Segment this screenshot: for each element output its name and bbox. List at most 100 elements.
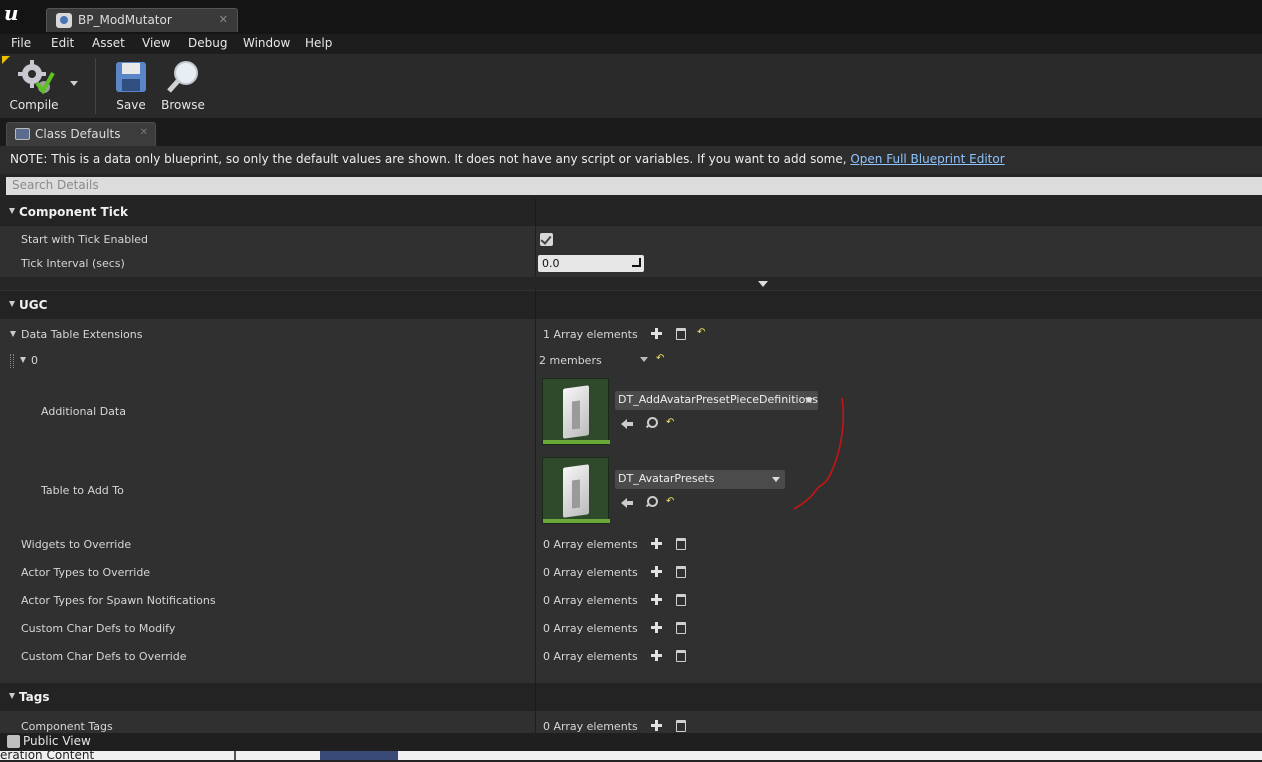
custom-char-defs-override-label: Custom Char Defs to Override — [21, 650, 187, 663]
tab-class-defaults[interactable]: Class Defaults ✕ — [6, 122, 156, 146]
class-defaults-tab-label: Class Defaults — [35, 127, 121, 141]
start-with-tick-label: Start with Tick Enabled — [21, 233, 149, 246]
property-row: Data Table Extensions 1 Array elements ↶ — [0, 322, 1262, 346]
actor-types-to-override-value: 0 Array elements — [543, 566, 638, 579]
compile-button[interactable]: Compile — [6, 54, 62, 118]
delete-all-icon[interactable] — [676, 720, 686, 732]
magnifier-icon — [167, 61, 198, 93]
reset-to-default-icon[interactable]: ↶ — [666, 418, 675, 428]
tick-interval-label: Tick Interval (secs) — [21, 257, 125, 270]
browse-asset-icon[interactable] — [645, 417, 658, 429]
category-label: Component Tick — [19, 205, 128, 219]
menu-debug[interactable]: Debug — [188, 36, 227, 50]
menu-view[interactable]: View — [142, 36, 170, 50]
delete-all-icon[interactable] — [676, 328, 686, 340]
browse-label: Browse — [161, 98, 205, 112]
widgets-to-override-value: 0 Array elements — [543, 538, 638, 551]
delete-all-icon[interactable] — [676, 594, 686, 606]
collapse-triangle-icon — [9, 208, 15, 214]
actor-types-spawn-label: Actor Types for Spawn Notifications — [21, 594, 216, 607]
menu-asset[interactable]: Asset — [92, 36, 125, 50]
expand-triangle-icon[interactable] — [10, 331, 16, 337]
resize-grip-icon — [632, 258, 641, 267]
category-divider — [535, 198, 536, 226]
search-input[interactable]: Search Details — [6, 177, 1262, 195]
custom-char-defs-modify-value: 0 Array elements — [543, 622, 638, 635]
data-table-extensions-value: 1 Array elements — [543, 328, 638, 341]
save-label: Save — [116, 98, 146, 112]
category-divider — [535, 683, 536, 711]
delete-all-icon[interactable] — [676, 566, 686, 578]
save-icon — [116, 62, 146, 92]
custom-char-defs-override-value: 0 Array elements — [543, 650, 638, 663]
advanced-expander[interactable] — [0, 277, 1262, 290]
element-index: 0 — [31, 354, 38, 367]
actor-types-to-override-label: Actor Types to Override — [21, 566, 151, 579]
delete-all-icon[interactable] — [676, 622, 686, 634]
blueprint-icon — [56, 13, 72, 28]
reset-to-default-icon[interactable]: ↶ — [666, 497, 675, 507]
additional-data-asset-picker[interactable]: DT_AddAvatarPresetPieceDefinitions — [615, 391, 818, 410]
add-element-icon[interactable] — [651, 328, 662, 339]
menu-edit[interactable]: Edit — [51, 36, 74, 50]
category-divider — [535, 291, 536, 319]
additional-data-label: Additional Data — [41, 405, 126, 418]
document-tab-label: BP_ModMutator — [78, 13, 172, 27]
use-selected-asset-icon[interactable] — [621, 496, 633, 508]
add-element-icon[interactable] — [651, 622, 662, 633]
asset-type-bar — [543, 519, 610, 523]
add-element-icon[interactable] — [651, 538, 662, 549]
additional-data-asset: DT_AddAvatarPresetPieceDefinitions — [618, 393, 819, 406]
tick-interval-value: 0.0 — [542, 257, 560, 270]
reset-to-default-icon[interactable]: ↶ — [697, 328, 706, 338]
data-table-thumbnail[interactable] — [542, 378, 610, 445]
data-table-thumbnail[interactable] — [542, 457, 610, 524]
delete-all-icon[interactable] — [676, 538, 686, 550]
underlying-window-strip: eration Content — [0, 748, 1262, 762]
component-tags-value: 0 Array elements — [543, 720, 638, 733]
use-selected-asset-icon[interactable] — [621, 417, 633, 429]
collapse-triangle-icon — [9, 693, 15, 699]
tick-interval-input[interactable]: 0.0 — [538, 255, 644, 272]
public-view-checkbox[interactable] — [7, 735, 20, 748]
menu-window[interactable]: Window — [243, 36, 290, 50]
save-button[interactable]: Save — [110, 54, 152, 118]
category-ugc[interactable]: UGC — [0, 291, 1262, 319]
asset-type-bar — [543, 440, 610, 444]
category-component-tick[interactable]: Component Tick — [0, 198, 1262, 226]
element-members: 2 members — [539, 354, 602, 367]
data-table-extensions-label: Data Table Extensions — [21, 328, 143, 341]
browse-asset-icon[interactable] — [645, 496, 658, 508]
delete-all-icon[interactable] — [676, 650, 686, 662]
browse-button[interactable]: Browse — [160, 54, 206, 118]
start-with-tick-checkbox[interactable] — [540, 233, 553, 246]
category-tags[interactable]: Tags — [0, 683, 1262, 711]
close-icon[interactable]: ✕ — [219, 13, 228, 26]
public-view-label: Public View — [23, 734, 91, 748]
background-divider — [234, 751, 236, 760]
add-element-icon[interactable] — [651, 594, 662, 605]
property-row: 0 2 members ↶ — [0, 348, 1262, 372]
background-thumbnail — [320, 751, 398, 760]
table-to-add-label: Table to Add To — [41, 484, 124, 497]
compile-options-arrow-icon[interactable] — [70, 81, 78, 86]
reset-to-default-icon[interactable]: ↶ — [656, 354, 665, 364]
property-row: Actor Types to Override 0 Array elements — [0, 560, 1262, 584]
menu-file[interactable]: File — [11, 36, 31, 50]
document-tab[interactable]: BP_ModMutator ✕ — [46, 8, 238, 32]
element-options-arrow-icon[interactable] — [640, 357, 648, 362]
close-icon[interactable]: ✕ — [140, 127, 148, 138]
component-tags-label: Component Tags — [21, 720, 113, 733]
property-row: Custom Char Defs to Override 0 Array ele… — [0, 644, 1262, 668]
data-only-note: NOTE: This is a data only blueprint, so … — [0, 146, 1262, 174]
expand-advanced-icon[interactable] — [758, 281, 768, 287]
add-element-icon[interactable] — [651, 566, 662, 577]
expand-triangle-icon[interactable] — [20, 357, 26, 363]
toolbar-separator — [95, 58, 96, 114]
add-element-icon[interactable] — [651, 650, 662, 661]
menu-help[interactable]: Help — [305, 36, 332, 50]
open-full-editor-link[interactable]: Open Full Blueprint Editor — [850, 152, 1004, 166]
widgets-to-override-label: Widgets to Override — [21, 538, 132, 551]
table-to-add-asset-picker[interactable]: DT_AvatarPresets — [615, 470, 785, 489]
add-element-icon[interactable] — [651, 720, 662, 731]
